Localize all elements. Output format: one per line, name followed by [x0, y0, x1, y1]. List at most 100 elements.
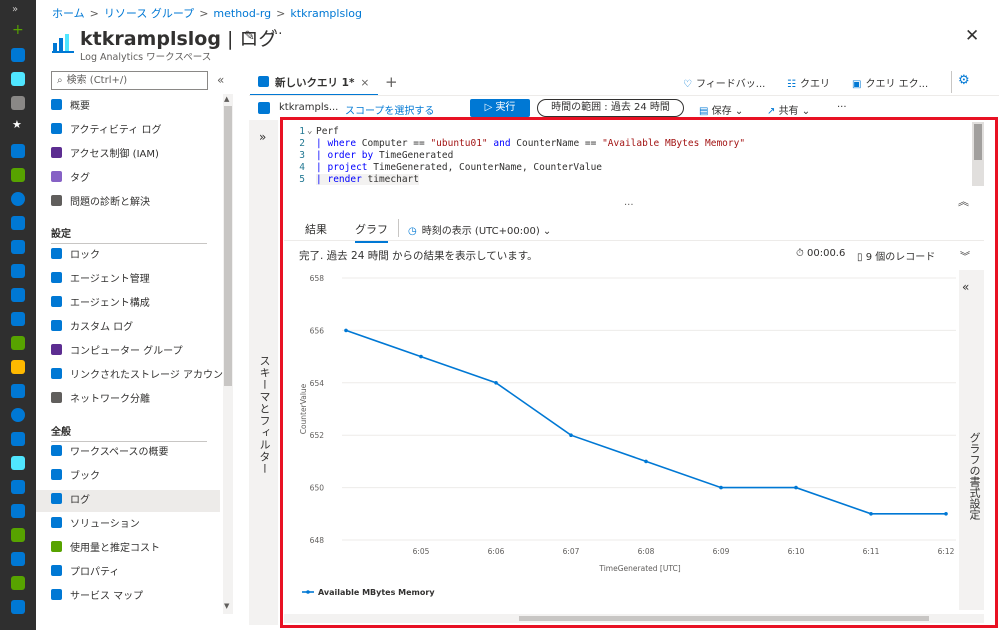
sidebar-item-settings-1[interactable]: エージェント管理 — [51, 269, 221, 291]
schema-panel-label[interactable]: スキーマとフィルター — [256, 355, 272, 475]
sidebar-item-settings-0[interactable]: ロック — [51, 245, 221, 267]
security-center-icon[interactable] — [11, 336, 25, 350]
monitor-icon[interactable] — [11, 408, 25, 422]
scrollbar-thumb[interactable] — [974, 124, 982, 160]
devops-icon[interactable] — [11, 480, 25, 494]
tab-new-query-1[interactable]: 新しいクエリ 1* × — [250, 70, 378, 96]
sidebar-item-general-3[interactable]: ソリューション — [51, 514, 221, 536]
editor-scrollbar[interactable] — [972, 122, 984, 186]
select-scope-link[interactable]: スコープを選択する — [345, 102, 434, 117]
sidebar-item-settings-2[interactable]: エージェント構成 — [51, 293, 221, 315]
help-icon[interactable] — [11, 600, 25, 614]
add-tab-icon[interactable]: + — [385, 73, 398, 91]
breadcrumb-home[interactable]: ホーム — [52, 7, 85, 20]
collapse-editor-icon[interactable]: ︽ — [958, 193, 969, 209]
chevron-down-icon: ⌄ — [798, 106, 811, 117]
more-options-icon[interactable]: ··· — [270, 27, 282, 42]
workspace-scope-icon — [258, 102, 270, 114]
sidebar-item-general-6[interactable]: サービス マップ — [51, 586, 221, 608]
chevron-down-icon: ⌄ — [539, 226, 552, 237]
more-actions-button[interactable]: ··· — [837, 102, 847, 113]
recent-icon[interactable] — [11, 192, 25, 206]
code-line: Perf — [316, 126, 339, 137]
sidebar-item-top-3[interactable]: タグ — [51, 168, 221, 190]
virtual-machine-icon[interactable] — [11, 288, 25, 302]
sidebar-item-top-4[interactable]: 問題の診断と解決 — [51, 192, 221, 214]
sidebar-item-top-0[interactable]: 概要 — [51, 96, 221, 118]
favorites-star-icon[interactable]: ★ — [12, 118, 22, 131]
sidebar-item-general-4[interactable]: 使用量と推定コスト — [51, 538, 221, 560]
resource-groups-icon[interactable] — [11, 144, 25, 158]
time-range-button[interactable]: 時間の範囲 : 過去 24 時間 — [537, 99, 684, 117]
sidebar-item-icon — [51, 344, 62, 355]
function-app-icon[interactable] — [11, 240, 25, 254]
sidebar-item-settings-4[interactable]: コンピューター グループ — [51, 341, 221, 363]
app-services-icon[interactable] — [11, 216, 25, 230]
scroll-down-icon[interactable]: ▼ — [224, 602, 229, 610]
tab-results[interactable]: 結果 — [305, 221, 327, 237]
cost-management-icon[interactable] — [11, 528, 25, 542]
sidebar-item-general-1[interactable]: ブック — [51, 466, 221, 488]
scrollbar-thumb[interactable] — [224, 106, 232, 386]
horizontal-scrollbar[interactable] — [284, 614, 984, 623]
sidebar-item-icon — [51, 296, 62, 307]
sidebar-item-general-0[interactable]: ワークスペースの概要 — [51, 442, 221, 464]
storage-account-icon[interactable] — [11, 576, 25, 590]
create-resource-icon[interactable]: + — [12, 22, 24, 38]
sidebar-search-input[interactable]: ⌕ 検索 (Ctrl+/) — [51, 71, 208, 90]
data-point — [494, 381, 498, 385]
breadcrumb-resource-groups[interactable]: リソース グループ — [104, 7, 194, 20]
timezone-dropdown[interactable]: ◷ 時刻の表示 (UTC+00:00) ⌄ — [408, 222, 551, 237]
x-tick-label: 6:10 — [788, 547, 805, 556]
sidebar-item-icon — [51, 171, 62, 182]
sidebar-item-top-1[interactable]: アクティビティ ログ — [51, 120, 221, 142]
collapse-sidebar-icon[interactable]: « — [217, 73, 224, 87]
dashboard-icon[interactable] — [11, 72, 25, 86]
sql-database-icon[interactable] — [11, 264, 25, 278]
save-button[interactable]: ▤ 保存 ⌄ — [699, 102, 743, 117]
close-tab-icon[interactable]: × — [360, 77, 369, 89]
fold-chevron-icon[interactable]: ⌄ — [307, 126, 312, 136]
chart-format-label[interactable]: グラフの書式設定 — [966, 432, 982, 520]
expand-schema-icon[interactable]: » — [259, 130, 266, 144]
load-balancer-icon[interactable] — [11, 312, 25, 326]
feedback-button[interactable]: ♡ フィードバッ... — [683, 75, 765, 90]
scroll-up-icon[interactable]: ▲ — [224, 95, 229, 103]
sidebar-item-general-5[interactable]: プロパティ — [51, 562, 221, 584]
sidebar-item-settings-5[interactable]: リンクされたストレージ アカウント — [51, 365, 233, 387]
page-subtitle: Log Analytics ワークスペース — [80, 52, 212, 63]
breadcrumb-workspace[interactable]: ktkramplslog — [290, 7, 362, 20]
y-axis-title: CounterValue — [299, 383, 308, 434]
sidebar-item-top-2[interactable]: アクセス制御 (IAM) — [51, 144, 221, 166]
all-services-icon[interactable] — [11, 96, 25, 110]
expand-menu-icon[interactable]: » — [12, 4, 18, 15]
expand-format-icon[interactable]: « — [962, 280, 969, 294]
network-icon[interactable] — [11, 456, 25, 470]
query-explorer-button[interactable]: ▣ クエリ エク... — [852, 75, 928, 90]
active-directory-icon[interactable] — [11, 432, 25, 446]
breadcrumb-resource-group[interactable]: method-rg — [213, 7, 271, 20]
sidebar-item-general-2[interactable]: ログ — [36, 490, 220, 512]
expand-results-icon[interactable]: ︾ — [960, 248, 970, 263]
storage-icon[interactable] — [11, 384, 25, 398]
sql-server-icon[interactable] — [11, 552, 25, 566]
query-editor[interactable]: 1 2 3 4 5 ⌄ Perf | where Computer == "ub… — [284, 122, 984, 186]
share-button[interactable]: ↗ 共有 ⌄ — [767, 102, 810, 117]
home-icon[interactable] — [11, 48, 25, 62]
settings-gear-icon[interactable]: ⚙ — [958, 73, 970, 88]
sidebar-item-settings-6[interactable]: ネットワーク分離 — [51, 389, 221, 411]
run-button[interactable]: ▷ 実行 — [470, 99, 530, 117]
chevron-down-icon: ⌄ — [731, 106, 744, 117]
scrollbar-thumb[interactable] — [519, 616, 929, 621]
sidebar-scrollbar[interactable]: ▲ ▼ — [223, 94, 233, 614]
advisor-icon[interactable] — [11, 504, 25, 518]
sidebar-item-settings-3[interactable]: カスタム ログ — [51, 317, 221, 339]
all-resources-icon[interactable] — [11, 168, 25, 182]
splitter-handle[interactable]: ··· — [624, 200, 634, 211]
queries-button[interactable]: ☷ クエリ — [787, 75, 830, 90]
pin-icon[interactable]: ✎ — [244, 29, 255, 44]
line-number: 4 — [299, 162, 305, 173]
close-icon[interactable]: ✕ — [965, 26, 979, 46]
search-placeholder: 検索 (Ctrl+/) — [66, 75, 128, 86]
key-vault-icon[interactable] — [11, 360, 25, 374]
